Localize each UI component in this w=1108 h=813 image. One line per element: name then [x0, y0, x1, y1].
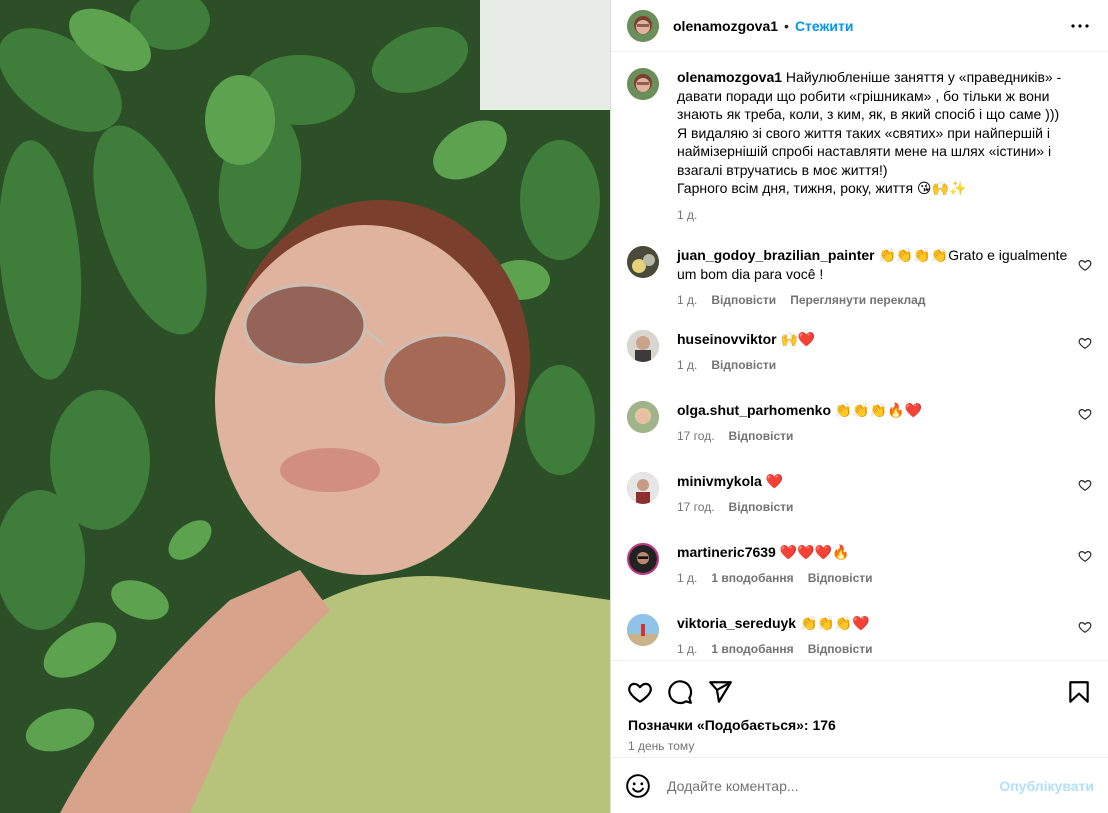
caption-line: Я видаляю зі свого життя таких «святих» … [677, 124, 1050, 141]
post-caption: olenamozgova1 Найулюбленіше заняття у «п… [627, 68, 1092, 224]
comment-time: 1 д. [677, 293, 698, 307]
commenter-avatar[interactable] [627, 542, 659, 575]
separator-dot: • [784, 17, 789, 34]
comment-item: olga.shut_parhomenko 👏👏👏🔥❤️ 17 год. Відп… [627, 400, 1092, 446]
comment-text: 👏👏👏❤️ [799, 614, 870, 631]
comment-username[interactable]: huseinovviktor [677, 331, 777, 347]
commenter-avatar[interactable] [627, 471, 659, 504]
reply-button[interactable]: Відповісти [808, 569, 873, 588]
caption-line: Найулюбленіше заняття у «праведників» - [785, 69, 1062, 85]
comment-input[interactable] [667, 777, 1000, 794]
comment-likes-count[interactable]: 1 вподобання [711, 640, 793, 659]
like-comment-heart-icon[interactable] [1078, 478, 1092, 492]
publish-button[interactable]: Опублікувати [999, 778, 1094, 794]
comment-time: 17 год. [677, 429, 715, 443]
caption-line: взагалі втручатись в моє життя!) [677, 161, 888, 178]
see-translation-button[interactable]: Переглянути переклад [790, 291, 925, 310]
caption-meta: 1 д. [677, 206, 1092, 225]
like-comment-heart-icon[interactable] [1078, 258, 1092, 272]
caption-line: наймізернішій спробі наставляти мене на … [677, 143, 1052, 159]
comment-text: ❤️ [765, 472, 784, 489]
caption-username[interactable]: olenamozgova1 [677, 69, 782, 85]
reply-button[interactable]: Відповісти [729, 498, 794, 517]
comment-username[interactable]: minivmykola [677, 473, 762, 489]
share-send-icon[interactable] [707, 679, 733, 705]
author-avatar[interactable] [627, 68, 659, 100]
caption-time: 1 д. [677, 207, 698, 222]
comment-likes-count[interactable]: 1 вподобання [711, 569, 793, 588]
comment-bubble-icon[interactable] [667, 679, 693, 705]
reply-button[interactable]: Відповісти [808, 640, 873, 659]
reply-button[interactable]: Відповісти [729, 427, 794, 446]
caption-line: знають як треба, коли, з ким, як, в який… [677, 106, 1060, 122]
comment-text: ❤️❤️❤️🔥 [779, 543, 850, 560]
like-comment-heart-icon[interactable] [1078, 620, 1092, 634]
like-comment-heart-icon[interactable] [1078, 407, 1092, 421]
like-heart-icon[interactable] [627, 679, 653, 705]
post-header: olenamozgova1 • Стежити [611, 0, 1108, 52]
post-footer: Позначки «Подобається»: 176 1 день тому … [611, 660, 1108, 813]
like-comment-heart-icon[interactable] [1078, 549, 1092, 563]
author-username[interactable]: olenamozgova1 [673, 18, 778, 34]
comment-username[interactable]: olga.shut_parhomenko [677, 402, 831, 418]
commenter-avatar[interactable] [627, 329, 659, 362]
more-options-icon[interactable] [1068, 14, 1092, 38]
post-photo[interactable] [0, 0, 610, 813]
caption-line: Гарного всім дня, тижня, року, життя 😘🙌✨ [677, 180, 967, 196]
reply-button[interactable]: Відповісти [711, 356, 776, 375]
comment-username[interactable]: martineric7639 [677, 544, 776, 560]
comment-time: 17 год. [677, 500, 715, 514]
caption-line: давати поради що робити «грішникам» , бо… [677, 87, 1050, 104]
follow-button[interactable]: Стежити [795, 18, 854, 34]
instagram-post-modal: olenamozgova1 • Стежити olenamozgova1 На… [0, 0, 1108, 813]
comment-username[interactable]: viktoria_sereduyk [677, 615, 796, 631]
reply-button[interactable]: Відповісти [711, 291, 776, 310]
author-avatar[interactable] [627, 9, 659, 42]
comment-text: 🙌❤️ [780, 330, 816, 347]
comment-time: 1 д. [677, 358, 698, 372]
post-actions [611, 661, 1108, 711]
comment-text: 👏👏👏🔥❤️ [834, 401, 923, 418]
like-comment-heart-icon[interactable] [1078, 336, 1092, 350]
commenter-avatar[interactable] [627, 246, 659, 278]
comment-time: 1 д. [677, 642, 698, 656]
comment-item: huseinovviktor 🙌❤️ 1 д. Відповісти [627, 329, 1092, 375]
comment-item: martineric7639 ❤️❤️❤️🔥 1 д. 1 вподобання… [627, 542, 1092, 588]
likes-count[interactable]: Позначки «Подобається»: 176 [611, 711, 1108, 733]
comment-item: viktoria_sereduyk 👏👏👏❤️ 1 д. 1 вподобанн… [627, 613, 1092, 659]
post-side-panel: olenamozgova1 • Стежити olenamozgova1 На… [610, 0, 1108, 813]
comment-username[interactable]: juan_godoy_brazilian_painter [677, 247, 875, 263]
commenter-avatar[interactable] [627, 400, 659, 433]
comment-time: 1 д. [677, 571, 698, 585]
post-date: 1 день тому [628, 739, 695, 753]
comments-list[interactable]: olenamozgova1 Найулюбленіше заняття у «п… [611, 52, 1108, 660]
add-comment-bar: Опублікувати [611, 757, 1108, 813]
emoji-smile-icon[interactable] [625, 773, 651, 799]
save-bookmark-icon[interactable] [1066, 679, 1092, 705]
comment-item: juan_godoy_brazilian_painter 👏👏👏👏Grato e… [627, 246, 1092, 310]
commenter-avatar[interactable] [627, 613, 659, 646]
comment-item: minivmykola ❤️ 17 год. Відповісти [627, 471, 1092, 517]
